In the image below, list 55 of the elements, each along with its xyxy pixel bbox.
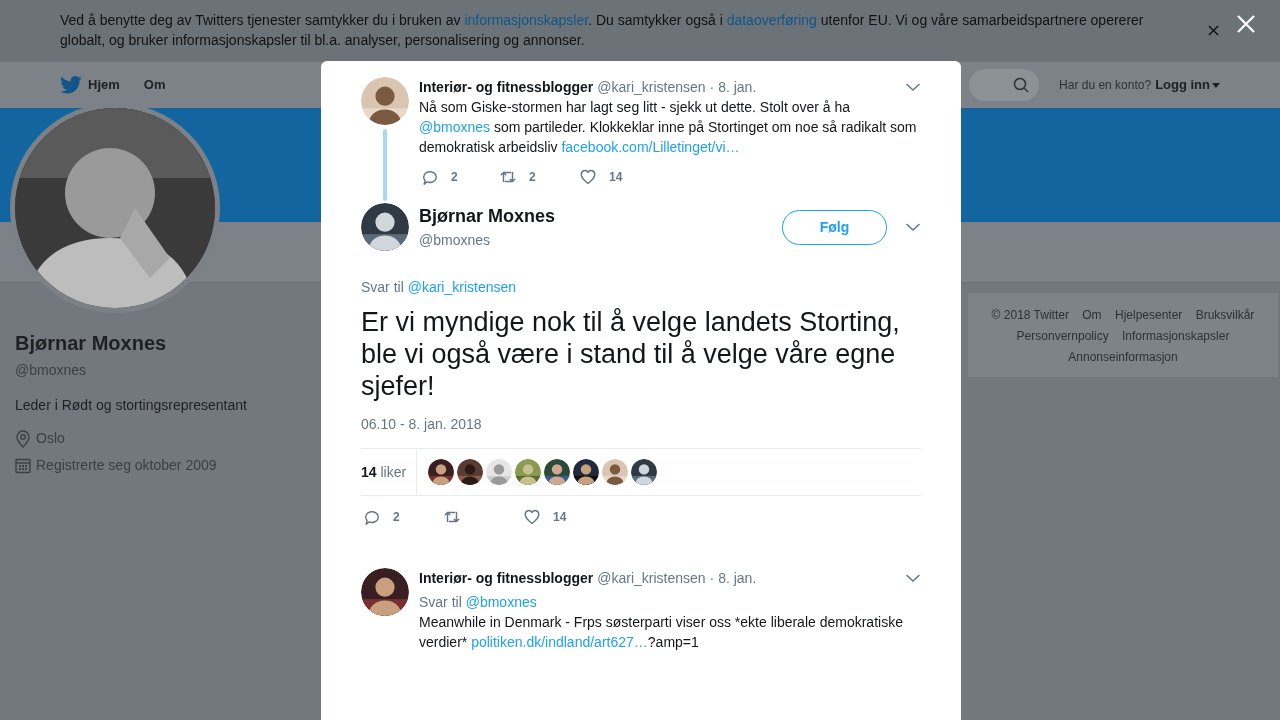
footer-link[interactable]: Personvernpolicy	[1016, 329, 1109, 343]
link[interactable]: @kari_kristensen	[407, 279, 517, 295]
author-handle[interactable]: @kari_kristensen	[597, 77, 706, 97]
link[interactable]: @bmoxnes	[419, 119, 491, 135]
author-name[interactable]: Interiør- og fitnessblogger	[419, 77, 594, 97]
profile-handle: @bmoxnes	[15, 361, 88, 380]
like-count[interactable]: 14 liker	[361, 461, 407, 483]
heart-count: 14	[608, 169, 623, 186]
retweet-count: 2	[528, 169, 536, 186]
reply-count: 2	[392, 509, 400, 526]
profile-bio: Leder i Rødt og stortingsrepresentant	[15, 396, 248, 415]
bird-icon	[60, 76, 82, 94]
login-link[interactable]: Logg inn	[1155, 75, 1220, 95]
tweet-text: Er vi myndige nok til å velge landets Storting, ble vi også være i stand til å velge våre egne sjefer!	[361, 306, 901, 402]
location-icon	[15, 429, 31, 448]
consent-text: Ved å benytte deg av Twitters tjenester samtykker du i bruken av informasjonskapsler. Du samtykker også i dataoverføring utenfor EU. Vi og våre samarbeidspartnere opererer globalt, og bruker informasjonskapsler til bl.a. analyser, personalisering og annonser.	[60, 11, 1145, 50]
tweet-timestamp: 06.10 - 8. jan. 2018	[361, 415, 483, 434]
thread-line	[383, 129, 387, 201]
footer-link[interactable]: Hjelpesenter	[1114, 308, 1183, 322]
search-icon	[1013, 77, 1030, 93]
nav-link[interactable]: Hjem	[60, 75, 120, 95]
profile-detail: Registrerte seg oktober 2009	[36, 456, 217, 475]
author-handle[interactable]: @kari_kristensen	[597, 568, 706, 588]
footer-link[interactable]: Informasjonskapsler	[1122, 329, 1230, 343]
account-prompt: Har du en konto?	[1059, 77, 1152, 94]
reply-icon[interactable]	[421, 168, 439, 186]
link[interactable]: politiken.dk/indland/art627…	[471, 634, 648, 650]
heart-count: 14	[552, 509, 567, 526]
nav-link[interactable]: Om	[143, 75, 166, 95]
close-icon[interactable]	[1208, 25, 1219, 36]
author-handle[interactable]: @bmoxnes	[419, 230, 556, 251]
tweet-time[interactable]: · 8. jan.	[709, 77, 757, 97]
link[interactable]: facebook.com/Lilletinget/vi…	[561, 139, 740, 155]
heart-icon[interactable]	[523, 508, 541, 526]
reply-context: Svar til @bmoxnes	[419, 593, 538, 612]
link[interactable]: @bmoxnes	[465, 594, 537, 610]
author-name[interactable]: Bjørnar Moxnes	[419, 203, 556, 230]
heart-icon[interactable]	[579, 168, 597, 186]
reply-icon[interactable]	[363, 508, 381, 526]
footer-link[interactable]: Om	[1082, 308, 1102, 322]
follow-button[interactable]: Følg	[782, 209, 887, 245]
search-field[interactable]	[969, 69, 1040, 101]
tweet-text: Meanwhile in Denmark - Frps søsterparti viser oss *ekte liberale demokratiske verdier* politiken.dk/indland/art627…?amp=1	[419, 613, 904, 652]
author-name[interactable]: Interiør- og fitnessblogger	[419, 568, 594, 588]
reply-count: 2	[450, 169, 458, 186]
tweet-text: Nå som Giske-stormen har lagt seg litt - sjekk ut dette. Stolt over å ha @bmoxnes som partileder. Klokkeklar inne på Stortinget om noe så radikalt som demokratisk arbeidsliv facebook.com/Lilletinget/vi…	[419, 98, 918, 157]
calendar-icon	[15, 457, 31, 474]
footer-link[interactable]: Annonseinformasjon	[1068, 350, 1178, 364]
tweet-time[interactable]: · 8. jan.	[709, 568, 757, 588]
profile-detail: Oslo	[36, 429, 65, 448]
caret-icon	[1212, 82, 1220, 88]
reply-context: Svar til @kari_kristensen	[361, 278, 518, 297]
footer-link[interactable]: Bruksvilkår	[1195, 308, 1255, 322]
profile-name: Bjørnar Moxnes	[15, 331, 168, 356]
footer-link[interactable]: © 2018 Twitter	[991, 308, 1069, 322]
